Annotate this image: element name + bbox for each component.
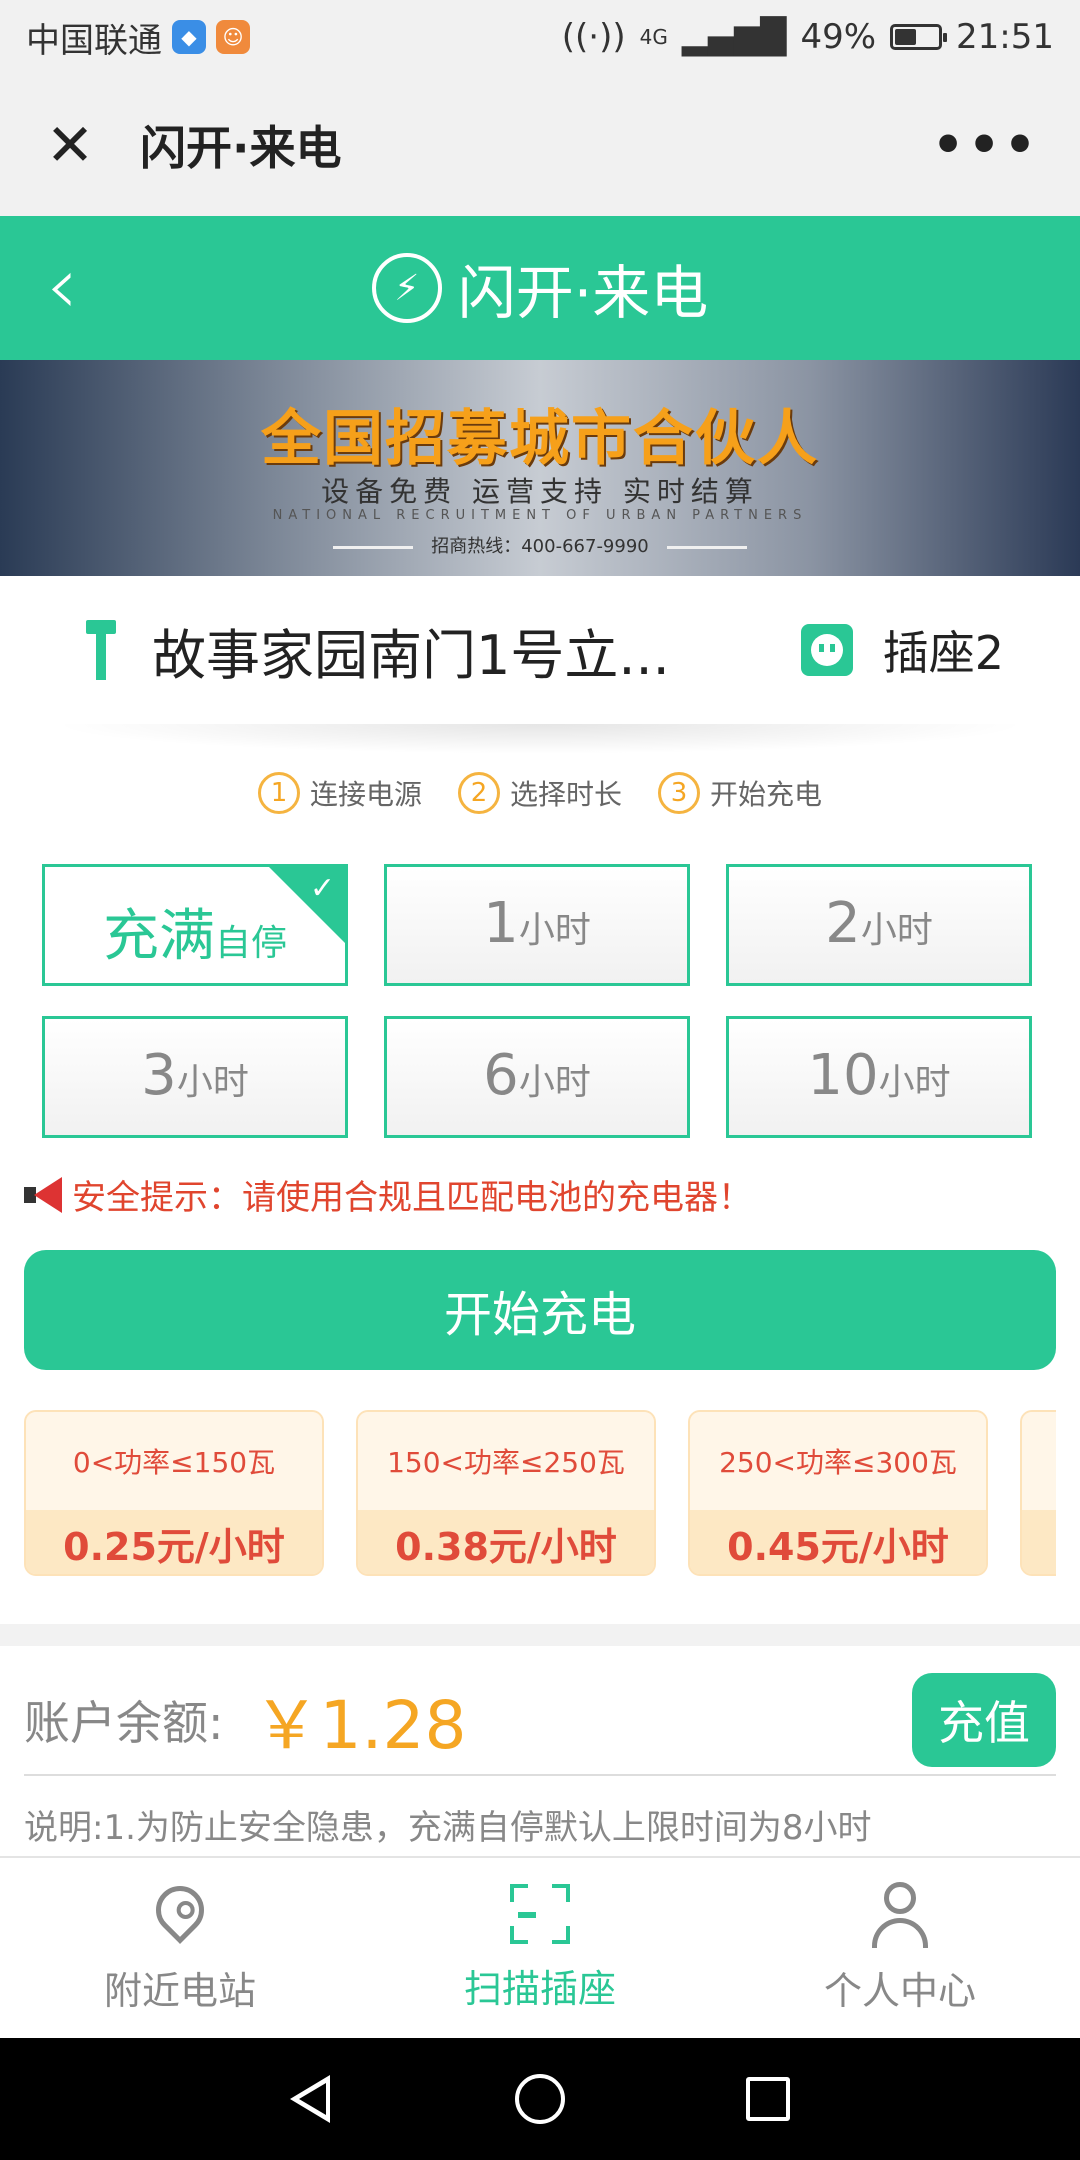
recharge-button[interactable]: 充值	[912, 1673, 1056, 1767]
banner-headline: 全国招募城市合伙人	[261, 404, 819, 474]
duration-value: 6	[483, 1043, 519, 1108]
more-icon[interactable]: •••	[932, 116, 1040, 174]
system-recents-icon[interactable]	[745, 2077, 790, 2121]
app-header: ‹ ⚡ 闪开·来电	[0, 216, 1080, 360]
price-rate: 0.38元/小时	[358, 1510, 654, 1574]
duration-option-1h[interactable]: 1 小时	[384, 864, 690, 986]
duration-unit: 小时	[176, 1062, 249, 1103]
power-range	[1022, 1412, 1056, 1510]
step-label: 开始充电	[710, 778, 823, 811]
selected-corner	[267, 867, 345, 945]
power-range: 150<功率≤250瓦	[358, 1412, 654, 1510]
nav-profile[interactable]: 个人中心	[720, 1858, 1080, 2038]
battery-fill	[895, 29, 917, 45]
status-right: ((·)) 4G ▂▄▆█ 49% 21:51	[562, 17, 1054, 57]
duration-option-full[interactable]: 充满 自停 ✓	[42, 864, 348, 986]
duration-option-10h[interactable]: 10 小时	[726, 1016, 1032, 1138]
bottom-nav: 附近电站 扫描插座 个人中心	[0, 1856, 1080, 2038]
carrier-name: 中国联通	[26, 20, 162, 61]
instructions-note: 说明:1.为防止安全隐患，充满自停默认上限时间为8小时	[24, 1808, 872, 1848]
carrier-group: 中国联通 ◆ ☺	[26, 13, 250, 62]
step-label: 连接电源	[309, 778, 422, 811]
price-card: 250<功率≤300瓦 0.45元/小时	[688, 1410, 988, 1576]
nav-scan-socket[interactable]: 扫描插座	[360, 1858, 720, 2038]
battery-percent: 49%	[800, 17, 877, 57]
nav-label: 扫描插座	[463, 1966, 616, 2011]
promo-banner[interactable]: 全国招募城市合伙人 设备免费 运营支持 实时结算 NATIONAL RECRUI…	[0, 360, 1080, 576]
divider-shadow	[50, 724, 1030, 754]
price-list[interactable]: 0<功率≤150瓦 0.25元/小时 150<功率≤250瓦 0.38元/小时 …	[24, 1410, 1056, 1578]
banner-english: NATIONAL RECRUITMENT OF URBAN PARTNERS	[272, 508, 808, 523]
duration-unit: 小时	[860, 910, 933, 951]
nav-label: 个人中心	[823, 1968, 976, 2013]
webview-titlebar: ✕ 闪开·来电 •••	[0, 74, 1080, 216]
duration-value: 3	[141, 1043, 177, 1108]
megaphone-icon	[24, 1176, 66, 1213]
socket-label: 插座2	[882, 626, 1004, 680]
system-back-icon[interactable]	[290, 2075, 334, 2123]
banner-subline: 设备免费 运营支持 实时结算	[321, 475, 759, 508]
charging-post-icon	[84, 620, 118, 680]
price-card: 150<功率≤250瓦 0.38元/小时	[356, 1410, 656, 1576]
system-nav-bar	[0, 2038, 1080, 2160]
price-card-partial	[1020, 1410, 1056, 1576]
socket-icon	[800, 624, 853, 676]
network-type: 4G	[639, 25, 668, 49]
balance-amount: ￥1.28	[253, 1687, 467, 1764]
step-item: 2 选择时长	[457, 772, 622, 814]
close-icon[interactable]: ✕	[40, 116, 100, 174]
step-item: 3 开始充电	[658, 772, 822, 814]
step-number: 3	[658, 772, 700, 814]
socket-info: 插座2	[800, 617, 1004, 683]
status-bar: 中国联通 ◆ ☺ ((·)) 4G ▂▄▆█ 49% 21:51	[0, 0, 1080, 74]
safety-tip-text: 安全提示：请使用合规且匹配电池的充电器！	[72, 1178, 752, 1218]
safety-tip: 安全提示：请使用合规且匹配电池的充电器！	[24, 1170, 752, 1219]
step-number: 2	[457, 772, 500, 814]
nav-nearby-stations[interactable]: 附近电站	[0, 1858, 360, 2038]
wifi-icon: ((·))	[561, 17, 626, 57]
duration-option-6h[interactable]: 6 小时	[384, 1016, 690, 1138]
duration-option-2h[interactable]: 2 小时	[726, 864, 1032, 986]
power-range: 250<功率≤300瓦	[690, 1412, 986, 1510]
duration-value: 2	[825, 891, 861, 956]
duration-value: 10	[807, 1043, 879, 1108]
app-title: 闪开·来电	[457, 259, 709, 327]
steps-indicator: 1 连接电源 2 选择时长 3 开始充电	[0, 772, 1080, 814]
scan-icon	[510, 1883, 570, 1944]
price-rate	[1022, 1510, 1056, 1574]
notification-app-icon: ☺	[216, 20, 250, 54]
duration-unit: 小时	[878, 1062, 951, 1103]
logo-icon: ⚡	[371, 253, 442, 323]
battery-icon	[890, 24, 948, 50]
check-icon: ✓	[309, 871, 335, 906]
price-card: 0<功率≤150瓦 0.25元/小时	[24, 1410, 324, 1576]
start-charging-button[interactable]: 开始充电	[24, 1250, 1056, 1370]
signal-icon: ▂▄▆█	[681, 17, 787, 57]
webview-title: 闪开·来电	[140, 121, 342, 175]
balance-row: 账户余额: ￥1.28 充值	[24, 1666, 1056, 1776]
power-range: 0<功率≤150瓦	[26, 1412, 322, 1510]
duration-value: 1	[483, 891, 519, 956]
step-item: 1 连接电源	[257, 772, 422, 814]
station-name: 故事家园南门1号立...	[152, 623, 670, 687]
nav-label: 附近电站	[103, 1968, 256, 2013]
duration-options: 充满 自停 ✓ 1 小时 2 小时 3 小时 6 小时 10 小时	[42, 864, 1034, 1138]
step-label: 选择时长	[509, 778, 622, 811]
duration-unit: 小时	[518, 910, 591, 951]
duration-unit: 小时	[518, 1062, 591, 1103]
system-home-icon[interactable]	[514, 2074, 565, 2124]
price-rate: 0.45元/小时	[690, 1510, 986, 1574]
shield-app-icon: ◆	[172, 20, 206, 54]
banner-hotline: 招商热线：400-667-9990	[0, 532, 1080, 558]
location-pin-icon	[146, 1875, 214, 1946]
duration-value: 充满	[102, 904, 215, 969]
price-rate: 0.25元/小时	[26, 1510, 322, 1574]
station-info: 故事家园南门1号立... 插座2	[0, 576, 1080, 724]
clock: 21:51	[956, 17, 1054, 57]
balance-label: 账户余额:	[24, 1696, 224, 1750]
back-icon[interactable]: ‹	[46, 246, 78, 326]
user-icon	[870, 1881, 930, 1948]
duration-option-3h[interactable]: 3 小时	[42, 1016, 348, 1138]
step-number: 1	[257, 772, 300, 814]
